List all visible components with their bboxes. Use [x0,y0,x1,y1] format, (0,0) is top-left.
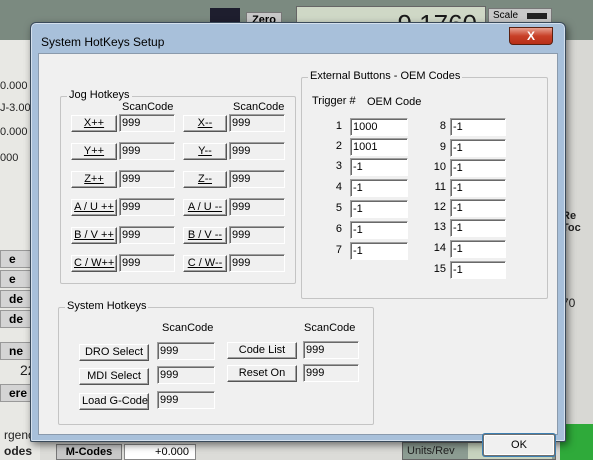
jog-a-plus-scancode[interactable]: 999 [119,198,175,216]
mdi-select-button[interactable]: MDI Select [79,368,149,385]
trigger-number: 14 [433,242,446,254]
jog-scancode-header: ScanCode [122,101,174,113]
jog-c-plus-scancode[interactable]: 999 [119,254,175,272]
trigger-number: 15 [433,263,446,275]
jog-y-minus-button[interactable]: Y-- [183,143,227,160]
jog-z-minus-button[interactable]: Z-- [183,171,227,188]
external-buttons-title: External Buttons - OEM Codes [308,70,463,82]
jog-b-plus-button[interactable]: B / V ++ [71,227,117,244]
system-scancode-header: ScanCode [304,322,356,334]
jog-hotkeys-group: Jog Hotkeys ScanCode ScanCode X++ 999 X-… [60,89,296,284]
jog-c-plus-button[interactable]: C / W++ [71,255,117,272]
trigger-number: 9 [439,141,446,153]
trigger-number: 12 [433,201,446,213]
oem-code-field[interactable]: -1 [450,159,506,177]
trigger-number: 10 [433,161,446,173]
jog-a-minus-scancode[interactable]: 999 [229,198,285,216]
jog-c-minus-button[interactable]: C / W-- [183,255,227,272]
oem-code-field[interactable]: -1 [450,261,506,279]
jog-scancode-header: ScanCode [233,101,285,113]
jog-a-plus-button[interactable]: A / U ++ [71,199,117,216]
oem-code-field[interactable]: 1000 [350,118,408,136]
oem-code-field[interactable]: -1 [450,139,506,157]
ok-button[interactable]: OK [483,434,555,456]
jog-c-minus-scancode[interactable]: 999 [229,254,285,272]
dialog-client-area: Jog Hotkeys ScanCode ScanCode X++ 999 X-… [38,53,558,456]
bg-mcodes-button[interactable]: M-Codes [56,444,122,460]
oem-code-field[interactable]: -1 [350,179,408,197]
jog-y-plus-button[interactable]: Y++ [71,143,117,160]
reset-on-button[interactable]: Reset On [227,365,297,382]
trigger-number: 2 [335,140,342,152]
jog-y-plus-scancode[interactable]: 999 [119,142,175,160]
close-icon: X [526,29,535,43]
trigger-number: 5 [335,202,342,214]
jog-hotkeys-title: Jog Hotkeys [67,89,132,101]
mdi-select-scancode[interactable]: 999 [157,366,215,384]
jog-a-minus-button[interactable]: A / U -- [183,199,227,216]
dro-select-button[interactable]: DRO Select [79,344,149,361]
oem-code-field[interactable]: -1 [450,199,506,217]
oem-code-header: OEM Code [367,96,422,108]
trigger-number: 1 [335,120,342,132]
jog-x-minus-scancode[interactable]: 999 [229,114,285,132]
system-hotkeys-dialog: System HotKeys Setup X Jog Hotkeys ScanC… [30,22,566,456]
dro-select-scancode[interactable]: 999 [157,342,215,360]
oem-code-field[interactable]: 1001 [350,138,408,156]
oem-code-field[interactable]: -1 [350,158,408,176]
jog-x-plus-button[interactable]: X++ [71,115,117,132]
jog-x-minus-button[interactable]: X-- [183,115,227,132]
bg-left-label: odes [4,444,33,458]
jog-z-plus-button[interactable]: Z++ [71,171,117,188]
trigger-number: 7 [335,244,342,256]
reset-on-scancode[interactable]: 999 [303,364,359,382]
code-list-button[interactable]: Code List [227,342,297,359]
trigger-number: 8 [439,120,446,132]
jog-b-minus-scancode[interactable]: 999 [229,226,285,244]
bg-mcodes-value: +0.000 [124,444,196,460]
load-gcode-button[interactable]: Load G-Code [79,393,149,410]
trigger-number: 13 [433,221,446,233]
load-gcode-scancode[interactable]: 999 [157,391,215,409]
trigger-number: 4 [335,181,342,193]
system-scancode-header: ScanCode [162,322,214,334]
oem-code-field[interactable]: -1 [350,200,408,218]
jog-b-minus-button[interactable]: B / V -- [183,227,227,244]
jog-y-minus-scancode[interactable]: 999 [229,142,285,160]
trigger-header: Trigger # [312,95,356,107]
oem-code-field[interactable]: -1 [450,179,506,197]
trigger-number: 6 [335,223,342,235]
jog-x-plus-scancode[interactable]: 999 [119,114,175,132]
jog-z-plus-scancode[interactable]: 999 [119,170,175,188]
oem-code-field[interactable]: -1 [450,240,506,258]
trigger-number: 11 [434,181,446,193]
system-hotkeys-group: System Hotkeys ScanCode ScanCode DRO Sel… [58,300,374,425]
external-buttons-group: External Buttons - OEM Codes Trigger # O… [301,70,548,299]
system-hotkeys-title: System Hotkeys [65,300,149,312]
title-bar[interactable]: System HotKeys Setup X [31,23,565,53]
oem-code-field[interactable]: -1 [450,219,506,237]
code-list-scancode[interactable]: 999 [303,341,359,359]
oem-code-field[interactable]: -1 [450,118,506,136]
jog-b-plus-scancode[interactable]: 999 [119,226,175,244]
oem-code-field[interactable]: -1 [350,242,408,260]
trigger-number: 3 [335,160,342,172]
close-button[interactable]: X [509,27,553,45]
dialog-title: System HotKeys Setup [41,35,165,49]
oem-code-field[interactable]: -1 [350,221,408,239]
jog-z-minus-scancode[interactable]: 999 [229,170,285,188]
